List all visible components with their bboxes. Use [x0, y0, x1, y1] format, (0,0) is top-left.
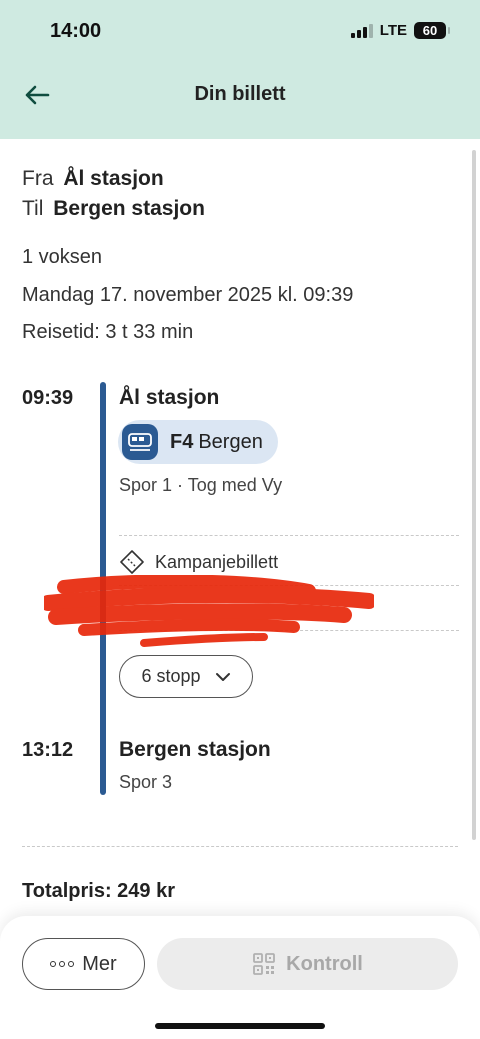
divider: [119, 535, 459, 536]
departure-time: 09:39: [22, 387, 74, 409]
ticket-type-label: Kampanjebillett: [155, 551, 279, 572]
chevron-down-icon: [215, 672, 230, 681]
divider: [22, 846, 458, 847]
more-dots-icon: [50, 961, 75, 967]
network-label: LTE: [379, 22, 407, 39]
travel-duration: Reisetid: 3 t 33 min: [22, 321, 194, 343]
total-price: Totalpris: 249 kr: [22, 880, 176, 902]
arrival-station: Bergen stasjon: [119, 738, 271, 761]
stops-label: 6 stopp: [141, 666, 201, 686]
train-icon: [122, 424, 158, 460]
control-label: Kontroll: [286, 952, 363, 975]
home-indicator[interactable]: [155, 1023, 325, 1029]
route-from: Fra Ål stasjon: [22, 164, 205, 194]
arrival-platform: Spor 3: [119, 772, 173, 792]
status-time: 14:00: [50, 20, 102, 42]
departure-date: Mandag 17. november 2025 kl. 09:39: [22, 284, 354, 306]
more-label: Mer: [82, 952, 117, 975]
ticket-icon: [120, 550, 144, 574]
route-summary: Fra Ål stasjon Til Bergen stasjon: [22, 164, 205, 224]
line-chip: F4 Bergen: [118, 420, 278, 464]
signal-icon: [350, 23, 373, 38]
status-indicators: LTE 60: [350, 22, 450, 39]
qr-code-icon: [253, 953, 276, 975]
departure-station: Ål stasjon: [119, 386, 220, 409]
header: 14:00 LTE 60 Din billett: [0, 0, 480, 139]
more-button[interactable]: Mer: [22, 938, 145, 990]
from-label: Fra: [22, 167, 54, 190]
route-to: Til Bergen stasjon: [22, 194, 205, 224]
passenger-count: 1 voksen: [22, 246, 103, 268]
platform-info: Spor 1 · Tog med Vy: [119, 475, 283, 495]
stops-toggle-button[interactable]: 6 stopp: [119, 655, 253, 698]
arrival-time: 13:12: [22, 739, 74, 761]
line-destination: Bergen: [198, 430, 263, 453]
scrollbar[interactable]: [472, 150, 476, 840]
to-label: Til: [22, 197, 44, 220]
line-code: F4: [170, 430, 194, 453]
redaction-scribble: [44, 575, 374, 647]
ticket-type: Kampanjebillett: [119, 549, 278, 575]
from-station: Ål stasjon: [63, 167, 164, 190]
line-label: F4 Bergen: [170, 431, 263, 454]
to-station: Bergen stasjon: [53, 197, 205, 220]
battery-icon: 60: [414, 22, 450, 39]
page-title: Din billett: [194, 83, 286, 105]
control-button[interactable]: Kontroll: [157, 938, 458, 990]
